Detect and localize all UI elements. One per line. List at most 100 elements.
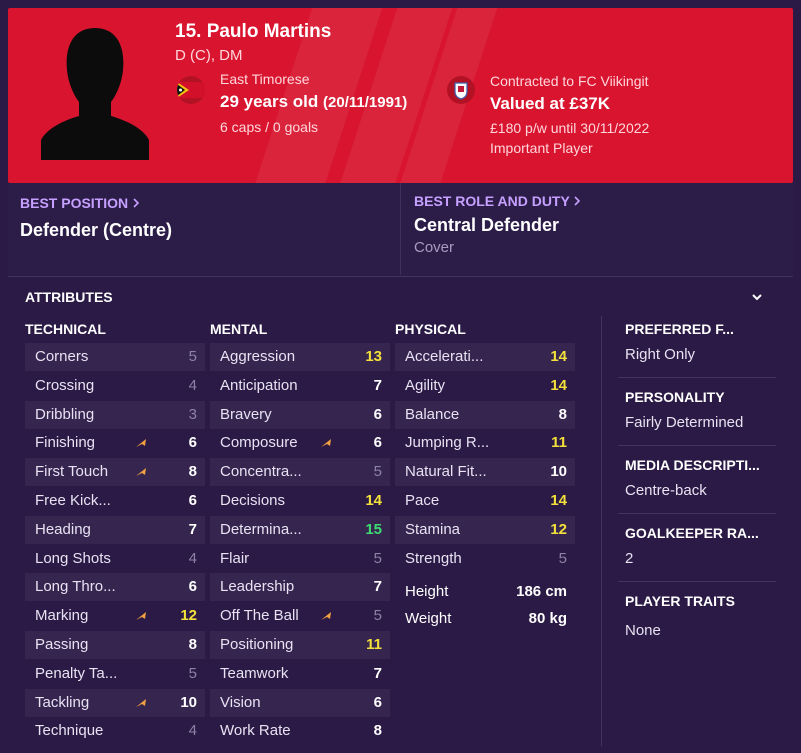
side-separator [618,513,776,514]
attribute-row[interactable]: Crossing 4 [25,372,205,400]
attribute-row[interactable]: Positioning 11 [210,631,390,659]
attribute-row[interactable]: Pace 14 [395,487,575,515]
attribute-row[interactable]: Dribbling 3 [25,400,205,429]
best-role-link[interactable]: BEST ROLE AND DUTY [414,193,581,209]
nationality[interactable]: East Timorese [220,71,309,87]
goalkeeper-rating-title: GOALKEEPER RA... [625,525,759,541]
attribute-row[interactable]: Determina... 15 [210,515,390,544]
attribute-value: 14 [365,492,382,509]
contract-club[interactable]: Contracted to FC Viikingit [490,73,648,89]
attribute-row[interactable]: Off The Ball 5 [210,602,390,630]
attribute-value: 3 [188,405,197,423]
player-wage: £180 p/w until 30/11/2022 [490,120,650,136]
attribute-row[interactable]: Finishing 6 [25,429,205,457]
attribute-value: 7 [373,376,382,394]
attribute-row[interactable]: Vision 6 [210,688,390,717]
attribute-row[interactable]: Technique 4 [25,717,205,745]
attribute-value: 5 [373,463,382,481]
attribute-label: Teamwork [220,664,289,682]
attribute-label: Technique [35,722,104,740]
attribute-label: Positioning [220,636,294,653]
attribute-label: Flair [220,549,250,567]
attribute-value: 11 [366,636,382,653]
personality-value: Fairly Determined [625,414,744,431]
attribute-row[interactable]: Aggression 13 [210,343,390,371]
attribute-row[interactable]: Passing 8 [25,631,205,659]
preferred-foot-value: Right Only [625,346,696,363]
collapse-chevron-icon[interactable] [750,290,764,304]
attribute-value: 15 [365,520,382,538]
age-text: 29 years old [220,92,319,111]
mental-heading: MENTAL [210,321,268,337]
attribute-label: Decisions [220,492,286,509]
attribute-row[interactable]: Concentra... 5 [210,458,390,487]
attribute-label: Heading [35,520,91,538]
attribute-row[interactable]: Long Shots 4 [25,545,205,573]
attribute-row[interactable]: Long Thro... 6 [25,573,205,602]
attribute-row[interactable]: First Touch 8 [25,458,205,487]
attribute-row[interactable]: Accelerati... 14 [395,343,575,371]
attribute-row[interactable]: Stamina 12 [395,515,575,544]
attribute-label: Bravery [220,405,272,423]
attribute-row[interactable]: Tackling 10 [25,688,205,717]
media-description-title: MEDIA DESCRIPTI... [625,457,760,473]
attribute-value: 5 [373,549,382,567]
attribute-label: Tackling [35,693,90,711]
attribute-row[interactable]: Marking 12 [25,602,205,630]
attribute-row[interactable]: Balance 8 [395,400,575,429]
attribute-value: 4 [188,722,197,740]
attribute-row[interactable]: Free Kick... 6 [25,487,205,515]
best-position-panel: BEST POSITION Defender (Centre) [8,183,401,275]
attribute-row[interactable]: Penalty Ta... 5 [25,660,205,688]
player-name: 15. Paulo Martins [175,21,332,42]
chevron-right-icon [574,196,581,206]
international-caps: 6 caps / 0 goals [220,119,319,135]
attribute-row[interactable]: Agility 14 [395,372,575,400]
attribute-value: 6 [373,693,382,711]
player-header: 15. Paulo Martins D (C), DM East Timores… [8,8,793,183]
attribute-value: 6 [188,434,197,452]
attribute-row[interactable]: Jumping R... 11 [395,429,575,457]
attribute-row[interactable]: Heading 7 [25,515,205,544]
attribute-row[interactable]: Composure 6 [210,429,390,457]
attribute-row[interactable]: Natural Fit... 10 [395,458,575,487]
attribute-label: Long Shots [35,549,111,567]
goalkeeper-rating-value: 2 [625,550,634,567]
attribute-row[interactable]: Leadership 7 [210,573,390,602]
attribute-value: 7 [373,578,382,596]
attribute-value: 13 [365,348,382,365]
attribute-label: Finishing [35,434,96,452]
side-separator [618,445,776,446]
weight-label: Weight [405,610,452,627]
attribute-row[interactable]: Flair 5 [210,545,390,573]
attribute-value: 6 [373,434,382,452]
attribute-label: Passing [35,636,89,653]
attribute-row[interactable]: Bravery 6 [210,400,390,429]
chevron-right-icon [133,198,140,208]
attribute-value: 7 [188,520,197,538]
attribute-value: 12 [180,607,197,625]
attribute-label: Dribbling [35,405,95,423]
player-traits-title: PLAYER TRAITS [625,593,735,609]
attribute-trend-up-icon [321,439,331,448]
nation-flag-icon[interactable] [177,76,205,104]
best-position-link[interactable]: BEST POSITION [20,195,140,211]
player-traits-value: None [625,622,661,639]
personality-title: PERSONALITY [625,389,725,405]
attribute-row[interactable]: Corners 5 [25,343,205,371]
attribute-row[interactable]: Strength 5 [395,545,575,573]
best-role-duty: Cover [414,239,455,256]
player-silhouette-icon [41,28,149,160]
attribute-row[interactable]: Anticipation 7 [210,372,390,400]
attribute-row[interactable]: Decisions 14 [210,487,390,515]
side-divider [601,316,602,746]
squad-status: Important Player [490,140,593,156]
height-label: Height [405,583,449,600]
attribute-row[interactable]: Work Rate 8 [210,717,390,745]
attribute-label: First Touch [35,463,109,481]
attribute-label: Free Kick... [35,492,111,509]
side-separator [618,581,776,582]
technical-heading: TECHNICAL [25,321,106,337]
club-badge-icon[interactable] [447,76,475,104]
attribute-row[interactable]: Teamwork 7 [210,660,390,688]
